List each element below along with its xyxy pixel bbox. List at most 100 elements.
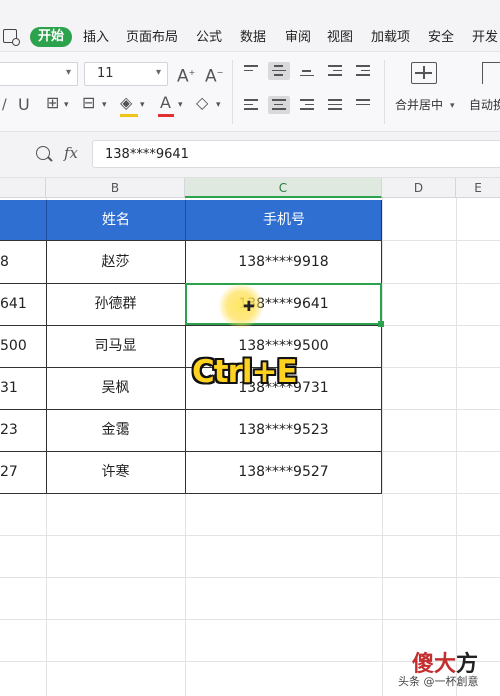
active-cell-selection[interactable] xyxy=(185,283,382,325)
table-border xyxy=(0,409,382,410)
indent-increase-icon[interactable] xyxy=(352,62,374,80)
tab-page-layout[interactable]: 页面布局 xyxy=(126,29,178,47)
align-right-icon[interactable] xyxy=(296,96,318,114)
font-color-icon[interactable]: A xyxy=(160,94,171,112)
table-border xyxy=(46,240,47,493)
table-header-phone[interactable]: 手机号 xyxy=(185,200,382,240)
fill-handle[interactable] xyxy=(378,321,384,327)
align-middle-icon[interactable] xyxy=(268,62,290,80)
tab-addins[interactable]: 加载项 xyxy=(371,29,410,47)
table-header-name[interactable]: 姓名 xyxy=(46,200,185,240)
fill-color-swatch xyxy=(120,114,138,117)
ribbon: ▾ 11 ▾ A+ A− / U ⊞ ▾ ⊟ ▾ ◈ ▾ A ▾ ◇ ▾ 合并居… xyxy=(0,52,500,132)
align-center-icon[interactable] xyxy=(268,96,290,114)
shortcut-overlay: Ctrl+E xyxy=(192,354,298,390)
table-cell-name[interactable]: 金霭 xyxy=(46,409,185,451)
formula-input[interactable]: 138****9641 xyxy=(92,140,500,168)
table-header-cell-a[interactable] xyxy=(0,200,46,240)
tab-start[interactable]: 开始 xyxy=(30,27,73,47)
gridline xyxy=(0,577,500,578)
table-cell-a[interactable]: 23 xyxy=(0,409,20,451)
watermark-credit: 头条 @一杯創意 xyxy=(398,675,479,688)
chevron-down-icon: ▾ xyxy=(65,67,71,78)
italic-icon[interactable]: / xyxy=(2,96,7,114)
column-header-b[interactable]: B xyxy=(46,178,185,198)
table-cell-phone[interactable]: 138****9918 xyxy=(185,241,382,283)
tab-developer[interactable]: 开发 xyxy=(472,29,498,47)
zoom-icon[interactable] xyxy=(36,146,50,160)
font-size-select[interactable]: 11 ▾ xyxy=(84,62,168,86)
table-cell-name[interactable]: 许寒 xyxy=(46,451,185,493)
font-size-value: 11 xyxy=(97,66,114,81)
align-bottom-icon[interactable] xyxy=(296,62,318,80)
indent-decrease-icon[interactable] xyxy=(324,62,346,80)
sheet-grid[interactable]: 姓名 手机号 8 赵莎 138****9918 641 孙德群 138****9… xyxy=(0,198,500,696)
merge-center-icon[interactable] xyxy=(411,62,437,84)
fill-color-icon[interactable]: ◈ xyxy=(120,94,132,112)
font-color-swatch xyxy=(158,114,174,117)
wrap-text-button[interactable]: 自动换 xyxy=(469,96,500,113)
eraser-icon[interactable]: ◇ xyxy=(196,94,208,112)
table-cell-name[interactable]: 孙德群 xyxy=(46,283,185,325)
increase-font-icon[interactable]: A+ xyxy=(177,64,195,86)
table-cell-a[interactable]: 31 xyxy=(0,367,20,409)
decrease-font-icon[interactable]: A− xyxy=(205,64,223,86)
align-left-icon[interactable] xyxy=(240,96,262,114)
chevron-down-icon[interactable]: ▾ xyxy=(178,96,183,114)
ribbon-divider xyxy=(384,60,385,124)
column-header-bar: B C D E xyxy=(0,178,500,198)
chevron-down-icon: ▾ xyxy=(155,67,161,78)
font-name-select[interactable]: ▾ xyxy=(0,62,78,86)
chevron-down-icon[interactable]: ▾ xyxy=(140,96,145,114)
tab-security[interactable]: 安全 xyxy=(428,29,454,47)
column-header-a[interactable] xyxy=(0,178,46,198)
gridline xyxy=(0,619,500,620)
wrap-text-icon[interactable] xyxy=(482,62,500,84)
gridline xyxy=(382,198,383,696)
cell-cursor-icon: ✚ xyxy=(243,299,255,315)
distribute-icon[interactable] xyxy=(352,96,374,114)
chevron-down-icon[interactable]: ▾ xyxy=(216,96,221,114)
fx-icon[interactable]: fx xyxy=(64,144,78,162)
tab-formulas[interactable]: 公式 xyxy=(196,29,222,47)
table-cell-a[interactable]: 641 xyxy=(0,283,30,325)
table-border xyxy=(0,451,382,452)
table-cell-name[interactable]: 吴枫 xyxy=(46,367,185,409)
table-border xyxy=(185,240,186,493)
cursor-highlight xyxy=(219,284,263,328)
table-cell-a[interactable]: 27 xyxy=(0,451,20,493)
table-border xyxy=(0,493,382,494)
table-cell-name[interactable]: 赵莎 xyxy=(46,241,185,283)
column-header-c[interactable]: C xyxy=(185,178,382,198)
document-search-icon[interactable] xyxy=(3,29,20,46)
formula-bar: fx 138****9641 xyxy=(0,132,500,178)
table-border xyxy=(0,367,382,368)
table-border xyxy=(0,240,382,241)
column-header-e[interactable]: E xyxy=(456,178,500,198)
justify-icon[interactable] xyxy=(324,96,346,114)
border-icon[interactable]: ⊞ xyxy=(46,94,59,112)
chevron-down-icon[interactable]: ▾ xyxy=(102,96,107,114)
table-cell-name[interactable]: 司马显 xyxy=(46,325,185,367)
tab-review[interactable]: 审阅 xyxy=(285,29,311,47)
chevron-down-icon[interactable]: ▾ xyxy=(64,96,69,114)
merge-center-button[interactable]: 合并居中 xyxy=(395,96,443,113)
tab-view[interactable]: 视图 xyxy=(327,29,353,47)
column-header-d[interactable]: D xyxy=(382,178,456,198)
table-border xyxy=(0,325,382,326)
ribbon-divider xyxy=(232,60,233,124)
cell-style-icon[interactable]: ⊟ xyxy=(82,94,95,112)
table-cell-phone[interactable]: 138****9527 xyxy=(185,451,382,493)
menu-bar: 开始 插入 页面布局 公式 数据 审阅 视图 加载项 安全 开发 xyxy=(0,0,500,52)
gridline xyxy=(456,198,457,696)
gridline xyxy=(0,535,500,536)
chevron-down-icon[interactable]: ▾ xyxy=(450,97,455,115)
tab-data[interactable]: 数据 xyxy=(240,29,266,47)
tab-insert[interactable]: 插入 xyxy=(83,29,109,47)
underline-icon[interactable]: U xyxy=(18,96,30,114)
table-cell-a[interactable]: 8 xyxy=(0,241,12,283)
table-border xyxy=(381,200,382,493)
table-cell-a[interactable]: 500 xyxy=(0,325,30,367)
align-top-icon[interactable] xyxy=(240,62,262,80)
table-cell-phone[interactable]: 138****9523 xyxy=(185,409,382,451)
